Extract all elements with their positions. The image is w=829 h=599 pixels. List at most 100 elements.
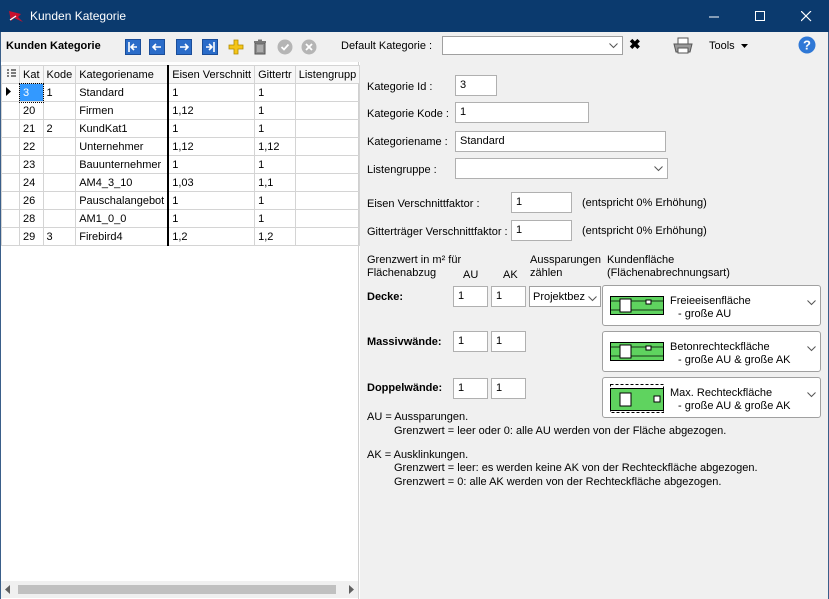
previous-record-button[interactable]: [149, 39, 165, 55]
cell-eisen-verschnitt[interactable]: 1,03: [167, 173, 256, 192]
cell-kode[interactable]: [42, 209, 77, 228]
row-indicator[interactable]: [1, 173, 20, 192]
doppelwaende-ak-field[interactable]: 1: [491, 378, 526, 399]
cell-gittertraeger[interactable]: 1: [254, 83, 296, 102]
first-record-button[interactable]: [125, 39, 141, 55]
cell-listengruppe[interactable]: [294, 191, 361, 210]
decke-flaeche-select[interactable]: Freieeisenfläche - große AU: [602, 285, 821, 326]
cell-kat[interactable]: 26: [19, 191, 44, 210]
decke-ak-field[interactable]: 1: [491, 286, 526, 307]
cell-kode[interactable]: 1: [42, 83, 77, 102]
cell-kategoriename[interactable]: KundKat1: [75, 119, 169, 138]
maximize-button[interactable]: [737, 0, 783, 32]
kategorie-kode-field[interactable]: 1: [455, 102, 589, 123]
cell-kat[interactable]: 24: [19, 173, 44, 192]
eisen-verschnitt-field[interactable]: 1: [511, 192, 572, 213]
cell-listengruppe[interactable]: [294, 101, 361, 120]
massivwaende-au-field[interactable]: 1: [453, 331, 488, 352]
decke-au-field[interactable]: 1: [453, 286, 488, 307]
kategorie-id-field[interactable]: 3: [455, 75, 497, 96]
massivwaende-ak-field[interactable]: 1: [491, 331, 526, 352]
row-indicator[interactable]: [1, 83, 20, 102]
cell-gittertraeger[interactable]: 1: [254, 155, 296, 174]
cell-kode[interactable]: [42, 191, 77, 210]
column-header-kode[interactable]: Kode: [42, 65, 77, 84]
cell-kode[interactable]: [42, 155, 77, 174]
cell-kategoriename[interactable]: AM4_3_10: [75, 173, 169, 192]
gitter-verschnitt-field[interactable]: 1: [511, 220, 572, 241]
cell-kode[interactable]: [42, 173, 77, 192]
clear-default-button[interactable]: ✖: [629, 36, 641, 53]
minimize-button[interactable]: [691, 0, 737, 32]
cell-eisen-verschnitt[interactable]: 1: [167, 155, 256, 174]
delete-record-button[interactable]: [252, 39, 268, 55]
table-row[interactable]: 28 AM1_0_0 1 1: [1, 209, 361, 228]
row-indicator[interactable]: [1, 155, 20, 174]
cell-gittertraeger[interactable]: 1: [254, 209, 296, 228]
cell-kat[interactable]: 22: [19, 137, 44, 156]
row-indicator[interactable]: [1, 227, 20, 246]
row-indicator[interactable]: [1, 137, 20, 156]
cell-listengruppe[interactable]: [294, 137, 361, 156]
row-selector-header[interactable]: [1, 65, 20, 84]
cell-eisen-verschnitt[interactable]: 1: [167, 209, 256, 228]
listengruppe-select[interactable]: [455, 158, 668, 179]
cell-kat[interactable]: 21: [19, 119, 44, 138]
cell-eisen-verschnitt[interactable]: 1: [167, 83, 256, 102]
cell-gittertraeger[interactable]: 1: [254, 191, 296, 210]
doppelwaende-flaeche-select[interactable]: Max. Rechteckfläche - große AU & große A…: [602, 377, 821, 418]
cell-kategoriename[interactable]: Standard: [75, 83, 169, 102]
next-record-button[interactable]: [176, 39, 192, 55]
print-button[interactable]: [673, 37, 693, 58]
add-record-button[interactable]: [228, 39, 244, 55]
cell-kategoriename[interactable]: Pauschalangebot: [75, 191, 169, 210]
cell-listengruppe[interactable]: [294, 173, 361, 192]
column-header-listengruppe[interactable]: Listengrupp: [294, 65, 361, 84]
cell-kat[interactable]: 20: [19, 101, 44, 120]
doppelwaende-au-field[interactable]: 1: [453, 378, 488, 399]
cell-kategoriename[interactable]: Firebird4: [75, 227, 169, 246]
cell-kategoriename[interactable]: Bauunternehmer: [75, 155, 169, 174]
help-button[interactable]: ?: [798, 36, 816, 57]
column-header-kat[interactable]: Kat: [19, 65, 44, 84]
column-header-kategoriename[interactable]: Kategoriename: [75, 65, 169, 84]
table-row[interactable]: 22 Unternehmer 1,12 1,12: [1, 137, 361, 156]
cell-kat[interactable]: 28: [19, 209, 44, 228]
scroll-left-icon[interactable]: [5, 585, 10, 594]
massivwaende-flaeche-select[interactable]: Betonrechteckfläche - große AU & große A…: [602, 331, 821, 372]
cell-kategoriename[interactable]: AM1_0_0: [75, 209, 169, 228]
cell-listengruppe[interactable]: [294, 83, 361, 102]
row-indicator[interactable]: [1, 191, 20, 210]
table-row[interactable]: 26 Pauschalangebot 1 1: [1, 191, 361, 210]
scroll-right-icon[interactable]: [349, 585, 354, 594]
cell-gittertraeger[interactable]: 1,2: [254, 227, 296, 246]
cancel-button[interactable]: [301, 39, 317, 55]
table-row[interactable]: 21 2 KundKat1 1 1: [1, 119, 361, 138]
table-row[interactable]: 29 3 Firebird4 1,2 1,2: [1, 227, 361, 246]
close-button[interactable]: [783, 0, 829, 32]
cell-listengruppe[interactable]: [294, 209, 361, 228]
tools-menu[interactable]: Tools: [709, 40, 748, 52]
cell-eisen-verschnitt[interactable]: 1,2: [167, 227, 256, 246]
table-row[interactable]: 24 AM4_3_10 1,03 1,1: [1, 173, 361, 192]
cell-eisen-verschnitt[interactable]: 1,12: [167, 137, 256, 156]
row-indicator[interactable]: [1, 209, 20, 228]
kategoriename-field[interactable]: Standard: [455, 131, 666, 152]
cell-eisen-verschnitt[interactable]: 1: [167, 191, 256, 210]
row-indicator[interactable]: [1, 101, 20, 120]
cell-eisen-verschnitt[interactable]: 1,12: [167, 101, 256, 120]
cell-kode[interactable]: [42, 137, 77, 156]
default-category-select[interactable]: [442, 36, 623, 55]
last-record-button[interactable]: [202, 39, 218, 55]
scrollbar-thumb[interactable]: [18, 585, 336, 594]
cell-kategoriename[interactable]: Firmen: [75, 101, 169, 120]
table-row[interactable]: 20 Firmen 1,12 1: [1, 101, 361, 120]
row-indicator[interactable]: [1, 119, 20, 138]
cell-gittertraeger[interactable]: 1: [254, 101, 296, 120]
cell-kode[interactable]: 2: [42, 119, 77, 138]
column-header-gittertraeger[interactable]: Gittertr: [254, 65, 296, 84]
cell-listengruppe[interactable]: [294, 119, 361, 138]
cell-kode[interactable]: 3: [42, 227, 77, 246]
table-row[interactable]: 3 1 Standard 1 1: [1, 82, 361, 103]
cell-kat[interactable]: 3: [18, 82, 44, 103]
